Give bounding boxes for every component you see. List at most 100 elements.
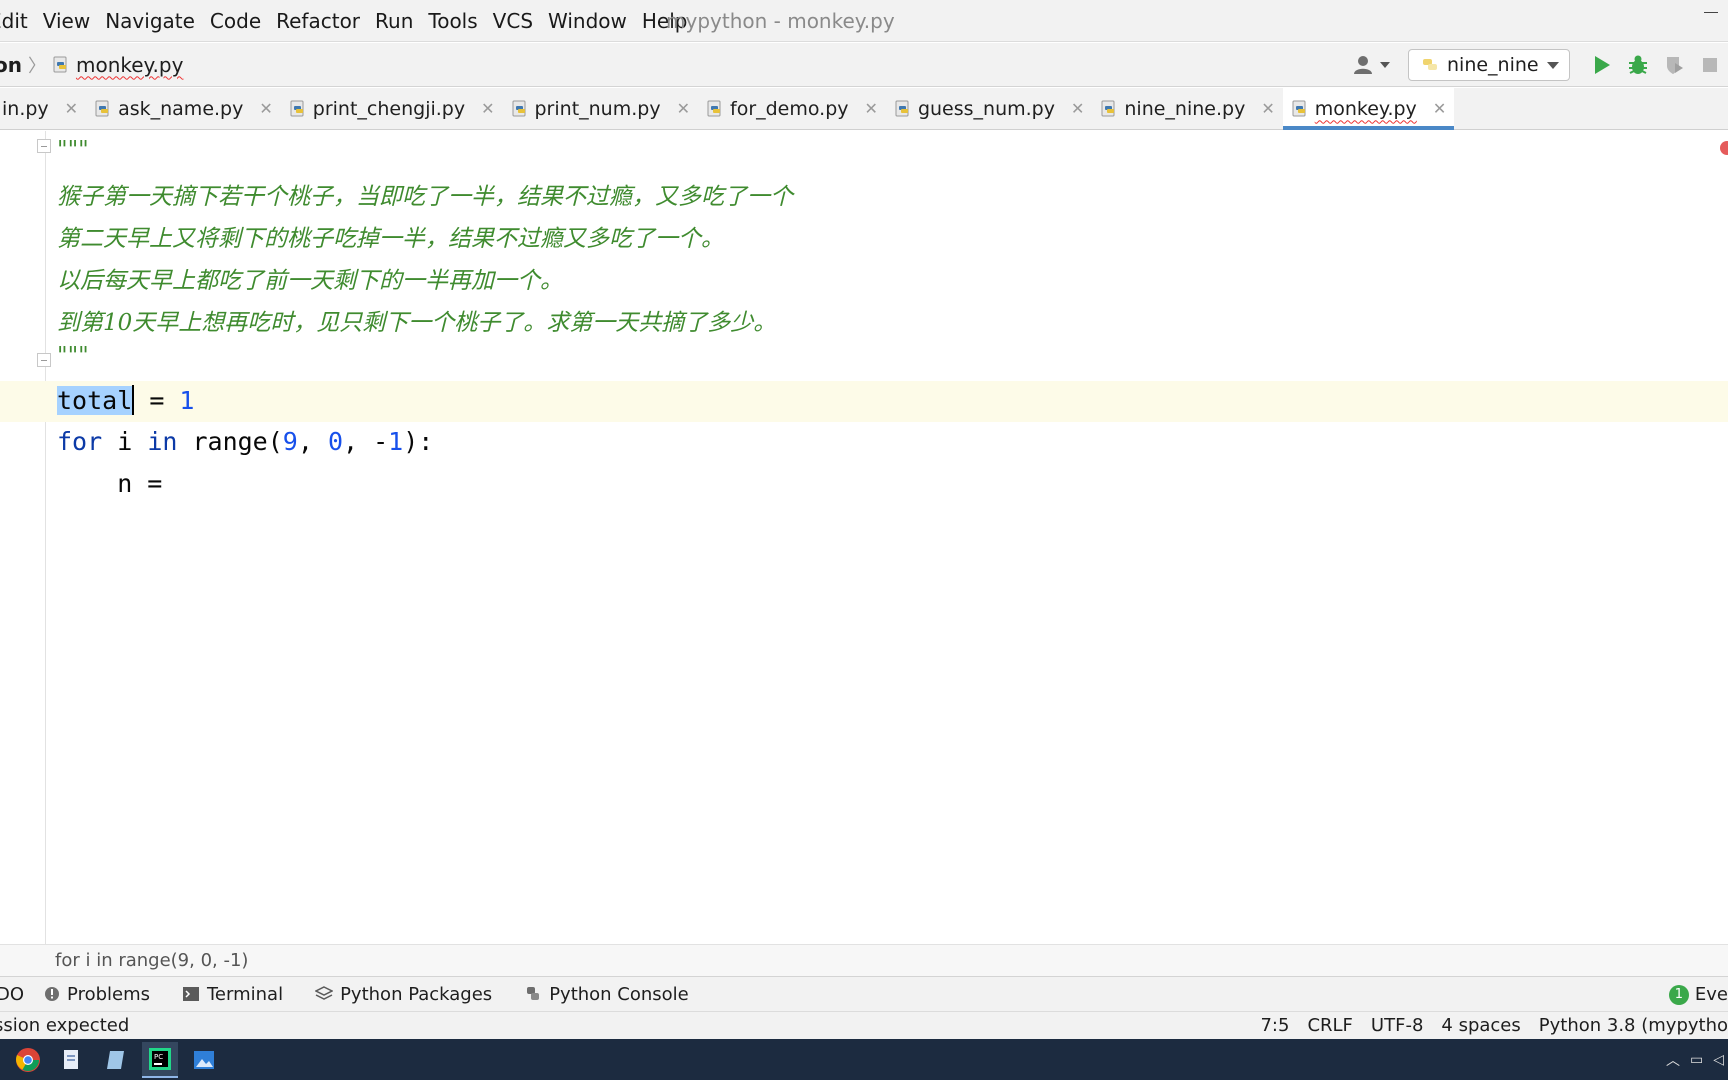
taskbar-file-explorer[interactable]: [54, 1042, 90, 1078]
shield-run-icon: [1667, 57, 1683, 74]
docstring-open: """: [57, 137, 89, 163]
close-icon[interactable]: ✕: [65, 99, 78, 118]
volume-icon[interactable]: ◁: [1713, 1052, 1724, 1068]
tab-guess-num[interactable]: guess_num.py ✕: [886, 88, 1092, 129]
tab-print-chengji[interactable]: print_chengji.py ✕: [281, 88, 503, 129]
tool-event-log[interactable]: 1 Eve: [1668, 977, 1728, 1012]
navigation-bar: on 〉 monkey.py nine_nine: [0, 43, 1728, 87]
tool-python-packages[interactable]: Python Packages: [315, 984, 492, 1005]
caret-position[interactable]: 7:5: [1260, 1015, 1289, 1036]
docstring-close: """: [57, 343, 89, 369]
coverage-button[interactable]: [1661, 52, 1687, 78]
close-icon[interactable]: ✕: [677, 99, 690, 118]
stop-button[interactable]: [1697, 52, 1723, 78]
taskbar-chrome[interactable]: [10, 1042, 46, 1078]
system-tray: ︿ ▭ ◁: [1666, 1039, 1724, 1080]
network-icon[interactable]: ▭: [1690, 1052, 1703, 1068]
debug-button[interactable]: [1625, 52, 1651, 78]
menu-run[interactable]: Run: [375, 9, 413, 33]
line-gutter[interactable]: [0, 131, 46, 944]
taskbar-notes[interactable]: [98, 1042, 134, 1078]
python-file-icon: [1291, 100, 1309, 118]
python-file-icon: [52, 56, 70, 74]
python-logo-icon: [527, 987, 540, 1000]
tab-monkey[interactable]: monkey.py ✕: [1282, 88, 1455, 130]
run-button[interactable]: [1589, 52, 1615, 78]
tray-chevron-up-icon[interactable]: ︿: [1666, 1050, 1680, 1070]
line-separator[interactable]: CRLF: [1307, 1015, 1352, 1036]
code-line-for: for i in range(9, 0, -1):: [57, 427, 434, 456]
python-file-icon: [1100, 100, 1118, 118]
menu-bar: Edit View Navigate Code Refactor Run Too…: [0, 0, 1728, 42]
dropdown-caret-icon: [1546, 61, 1559, 69]
close-icon[interactable]: ✕: [865, 99, 878, 118]
tab-for-demo[interactable]: for_demo.py ✕: [698, 88, 886, 129]
menu-window[interactable]: Window: [548, 9, 627, 33]
docstring-line: 猴子第一天摘下若干个桃子，当即吃了一半，结果不过瘾，又多吃了一个: [57, 184, 793, 210]
taskbar-pycharm[interactable]: PC: [142, 1041, 178, 1078]
tool-python-console[interactable]: Python Console: [524, 984, 689, 1005]
tool-terminal[interactable]: Terminal: [182, 984, 283, 1005]
breadcrumb-file[interactable]: monkey.py: [52, 53, 183, 77]
tab-print-num[interactable]: print_num.py ✕: [503, 88, 699, 129]
user-icon: [1354, 56, 1372, 74]
layers-icon: [315, 986, 334, 1000]
breadcrumb-project[interactable]: on: [0, 53, 22, 77]
bug-icon: [1629, 55, 1647, 74]
menu-vcs[interactable]: VCS: [493, 9, 533, 33]
tab-main[interactable]: in.py ✕: [0, 88, 86, 129]
code-editor[interactable]: """ 猴子第一天摘下若干个桃子，当即吃了一半，结果不过瘾，又多吃了一个 第二天…: [0, 131, 1728, 944]
fold-icon[interactable]: [37, 353, 51, 367]
python-file-icon: [511, 100, 529, 118]
tool-window-bar: DO Problems Terminal Python Packages Pyt…: [0, 976, 1728, 1011]
menu-tools[interactable]: Tools: [428, 9, 477, 33]
menu-code[interactable]: Code: [210, 9, 261, 33]
current-line-highlight: [0, 381, 1728, 422]
code-context-breadcrumb[interactable]: for i in range(9, 0, -1): [0, 944, 1728, 976]
minimize-button[interactable]: [1704, 4, 1720, 20]
status-bar: ssion expected 7:5 CRLF UTF-8 4 spaces P…: [0, 1011, 1728, 1039]
tool-todo[interactable]: DO: [0, 984, 24, 1005]
os-taskbar: PC ︿ ▭ ◁: [0, 1039, 1728, 1080]
breadcrumb-separator: 〉: [27, 55, 46, 77]
toolbar: nine_nine: [1354, 43, 1728, 87]
python-interpreter[interactable]: Python 3.8 (mypytho: [1539, 1015, 1728, 1036]
run-configuration-label: nine_nine: [1447, 54, 1539, 76]
tab-nine-nine[interactable]: nine_nine.py ✕: [1092, 88, 1282, 129]
close-icon[interactable]: ✕: [1433, 99, 1446, 118]
python-file-icon: [706, 100, 724, 118]
python-file-icon: [894, 100, 912, 118]
tab-ask-name[interactable]: ask_name.py ✕: [86, 88, 281, 129]
file-encoding[interactable]: UTF-8: [1371, 1015, 1423, 1036]
menu-view[interactable]: View: [43, 9, 90, 33]
image-icon: [194, 1050, 214, 1069]
docstring-line: 以后每天早上都吃了前一天剩下的一半再加一个。: [57, 268, 563, 294]
stop-icon: [1703, 58, 1717, 72]
python-file-icon: [289, 100, 307, 118]
indent-setting[interactable]: 4 spaces: [1441, 1015, 1520, 1036]
pycharm-icon: PC: [149, 1047, 171, 1070]
terminal-icon: [183, 987, 199, 1001]
code-line-total: total = 1: [57, 385, 195, 415]
python-config-icon: [1421, 56, 1439, 74]
chrome-icon: [16, 1047, 40, 1072]
close-icon[interactable]: ✕: [1071, 99, 1084, 118]
menu-edit[interactable]: Edit: [0, 9, 28, 33]
svg-text:PC: PC: [154, 1053, 163, 1061]
fold-icon[interactable]: [37, 139, 51, 153]
account-button[interactable]: [1354, 55, 1390, 75]
taskbar-photos[interactable]: [186, 1042, 222, 1078]
tool-problems[interactable]: Problems: [44, 984, 150, 1005]
close-icon[interactable]: ✕: [1261, 99, 1274, 118]
play-icon: [1595, 56, 1610, 74]
run-configuration-select[interactable]: nine_nine: [1408, 49, 1570, 81]
status-message: ssion expected: [0, 1015, 130, 1036]
python-file-icon: [94, 100, 112, 118]
close-icon[interactable]: ✕: [481, 99, 494, 118]
docstring-line: 第二天早上又将剩下的桃子吃掉一半，结果不过瘾又多吃了一个。: [57, 226, 724, 252]
menu-navigate[interactable]: Navigate: [105, 9, 195, 33]
error-indicator-icon[interactable]: [1720, 141, 1728, 155]
chevron-down-icon: [1380, 62, 1390, 68]
close-icon[interactable]: ✕: [259, 99, 272, 118]
menu-refactor[interactable]: Refactor: [276, 9, 360, 33]
